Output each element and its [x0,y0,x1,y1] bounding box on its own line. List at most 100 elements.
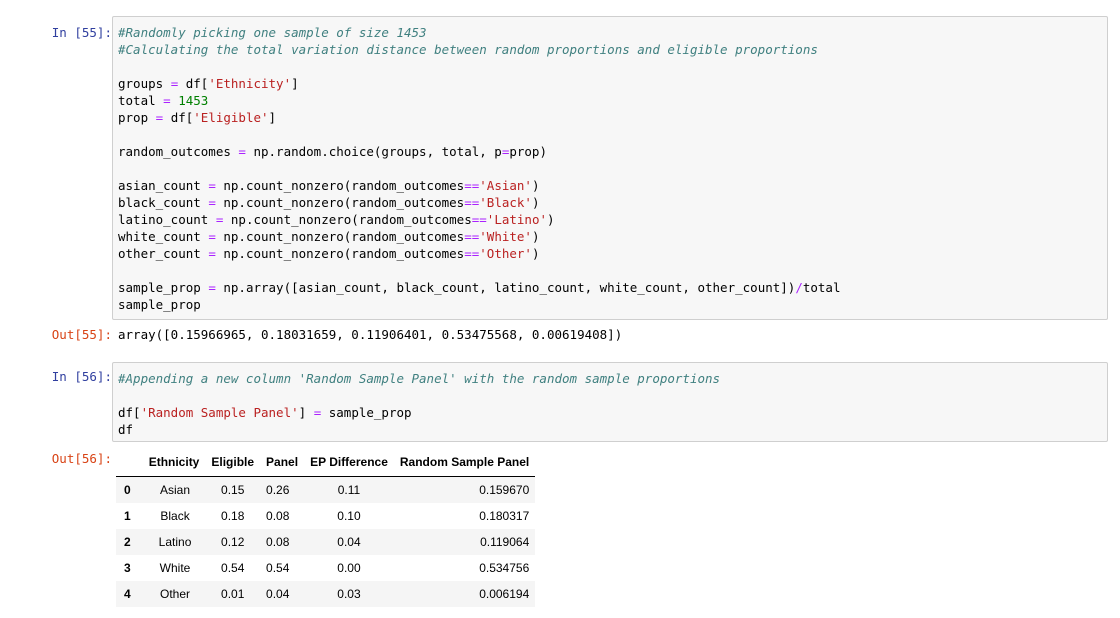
code-line: black_count = np.count_nonzero(random_ou… [118,194,1101,211]
code-token: = [208,229,216,244]
cell-ep-difference: 0.03 [337,587,361,601]
code-token: sample_prop [321,405,412,420]
code-token: ] [291,76,299,91]
cell-ep-difference: 0.10 [337,509,361,523]
code-token: groups [118,76,171,91]
code-token: np.count_nonzero(random_outcomes [215,195,465,210]
index-header [116,448,143,477]
cell-ethnicity: Black [160,509,190,523]
code-line: #Appending a new column 'Random Sample P… [118,370,1101,387]
cell-eligible: 0.12 [221,535,245,549]
code-token: total [118,93,164,108]
code-line: latino_count = np.count_nonzero(random_o… [118,211,1101,228]
code-token: np.random.choice(groups, total, p [245,144,502,159]
cell-random-sample-panel: 0.159670 [479,483,530,497]
row-index: 2 [124,535,131,549]
code-line: groups = df['Ethnicity'] [118,75,1101,92]
column-header: EP Difference [304,448,394,477]
code-token: 'Ethnicity' [208,76,292,91]
code-token: == [464,246,480,261]
code-token: np.count_nonzero(random_outcomes [215,229,465,244]
cell-eligible: 0.54 [221,561,245,575]
code-token: ) [547,212,555,227]
cell-random-sample-panel: 0.534756 [479,561,530,575]
code-token: df[ [178,76,209,91]
code-token: = [208,195,216,210]
cell-eligible: 0.15 [221,483,245,497]
cell-ethnicity: White [159,561,191,575]
column-header: Random Sample Panel [393,448,536,477]
cell-eligible: 0.18 [221,509,245,523]
code-token: 'White' [479,229,532,244]
in-prompt-55: In [55]: [51,25,112,40]
code-token: = [238,144,246,159]
code-token: prop [118,110,156,125]
table-header-row: Ethnicity Eligible Panel EP Difference R… [116,448,536,477]
cell-random-sample-panel: 0.180317 [479,509,530,523]
code-token: == [464,229,480,244]
code-line: total = 1453 [118,92,1101,109]
code-token: #Randomly picking one sample of size 145… [118,25,427,40]
code-line: #Calculating the total variation distanc… [118,41,1101,58]
code-input-55[interactable]: #Randomly picking one sample of size 145… [112,16,1108,320]
code-token: df [118,422,134,437]
cell-ethnicity: Latino [158,535,192,549]
out-prompt-56: Out[56]: [51,451,112,466]
code-line: other_count = np.count_nonzero(random_ou… [118,245,1101,262]
row-index: 1 [124,509,131,523]
code-token: ) [531,178,540,193]
dataframe-table: Ethnicity Eligible Panel EP Difference R… [116,448,536,607]
cell-ep-difference: 0.04 [337,535,361,549]
table-row: 4 Other 0.01 0.04 0.03 0.006194 [116,581,536,607]
code-token: == [464,178,480,193]
code-token: = [208,246,216,261]
code-line: asian_count = np.count_nonzero(random_ou… [118,177,1101,194]
code-token: df[ [118,405,141,420]
code-line: df['Random Sample Panel'] = sample_prop [118,404,1101,421]
code-line: sample_prop [118,296,1101,313]
table-row: 1 Black 0.18 0.08 0.10 0.180317 [116,503,535,529]
table-row: 0 Asian 0.15 0.26 0.11 0.159670 [116,476,536,503]
code-token: = [163,93,171,108]
code-token: sample_prop [118,280,209,295]
code-token: = [208,280,216,295]
output-55: array([0.15966965, 0.18031659, 0.1190640… [118,327,623,342]
out-prompt-55: Out[55]: [51,327,112,342]
code-token: np.count_nonzero(random_outcomes [223,212,472,227]
code-line: prop = df['Eligible'] [118,109,1101,126]
cell-ethnicity: Asian [160,483,191,497]
code-token: #Appending a new column 'Random Sample P… [118,371,721,386]
code-token: other_count [118,246,209,261]
table-row: 3 White 0.54 0.54 0.00 0.534756 [116,555,535,581]
row-index: 0 [124,483,131,497]
cell-panel: 0.54 [266,561,290,575]
code-line: #Randomly picking one sample of size 145… [118,24,1101,41]
code-token: np.count_nonzero(random_outcomes [215,178,465,193]
code-token: 1453 [178,93,209,108]
code-token: total [802,280,841,295]
code-token: 'Other' [479,246,532,261]
code-token: asian_count [118,178,209,193]
code-token: black_count [118,195,209,210]
cell-panel: 0.26 [266,483,290,497]
code-token: ) [531,229,540,244]
table-row: 2 Latino 0.12 0.08 0.04 0.119064 [116,529,536,555]
cell-panel: 0.04 [266,587,290,601]
code-token: == [464,195,480,210]
cell-random-sample-panel: 0.119064 [480,535,530,549]
code-token: 'Asian' [479,178,532,193]
code-token: 'Latino' [486,212,548,227]
code-input-56[interactable]: #Appending a new column 'Random Sample P… [112,362,1108,442]
code-token: 'Black' [479,195,532,210]
code-token: df[ [163,110,194,125]
row-index: 3 [124,561,131,575]
code-token: 'Eligible' [193,110,269,125]
code-line: random_outcomes = np.random.choice(group… [118,143,1101,160]
code-token: ) [531,195,540,210]
cell-panel: 0.08 [266,535,290,549]
